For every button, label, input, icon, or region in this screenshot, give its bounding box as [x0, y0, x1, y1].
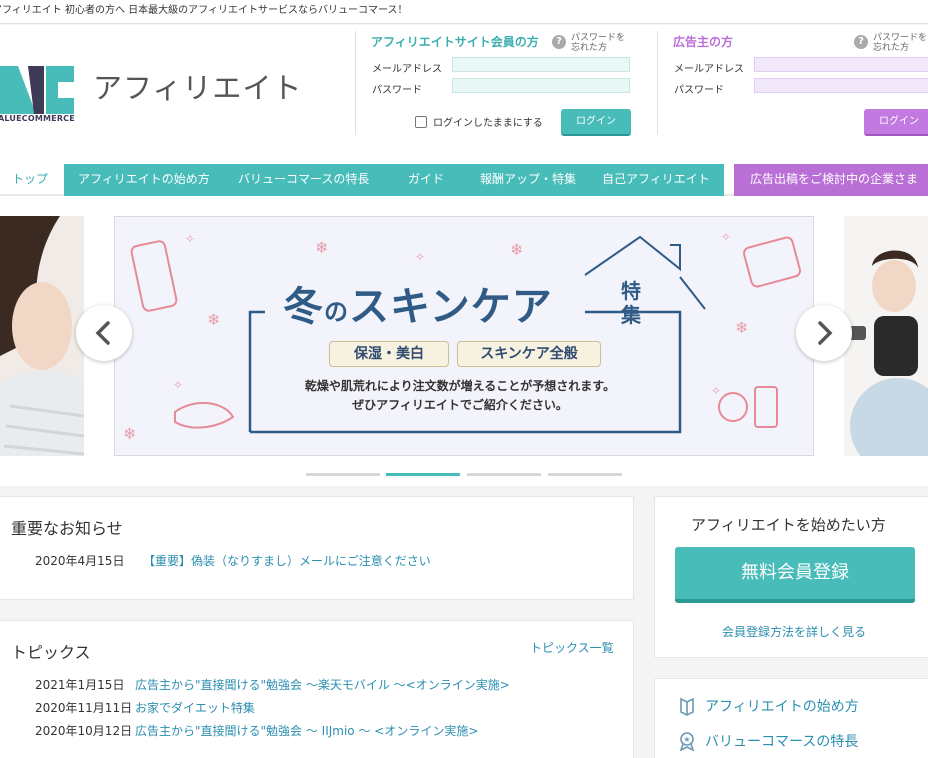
banner-subtitle-line1: 乾燥や肌荒れにより注文数が増えることが予想されます。: [304, 379, 616, 393]
banner-carousel: ❄ ❄ ❄ ❄ ❄ ✧ ✧ ✧ ✧ ✧ 冬のスキンケア 特集 保湿・美白 スキン…: [0, 196, 928, 486]
topic-date: 2020年10月12日: [35, 724, 133, 738]
topics-panel: トピックス トピックス一覧 2021年1月15日 広告主から"直接聞ける"勉強会…: [0, 620, 634, 758]
list-item: 2020年11月11日 お家でダイエット特集: [35, 699, 255, 716]
nav-item-guide[interactable]: ガイド: [408, 164, 444, 196]
advertiser-email-field[interactable]: [754, 57, 928, 72]
banner-subtitle: 乾燥や肌荒れにより注文数が増えることが予想されます。 ぜひアフィリエイトでご紹介…: [250, 377, 670, 415]
nav-item-getting-started[interactable]: アフィリエイトの始め方: [78, 164, 210, 196]
svg-text:❄: ❄: [735, 318, 748, 337]
banner-winter-skincare[interactable]: ❄ ❄ ❄ ❄ ❄ ✧ ✧ ✧ ✧ ✧ 冬のスキンケア 特集 保湿・美白 スキン…: [114, 216, 814, 456]
carousel-dot-3[interactable]: [467, 473, 541, 476]
banner-subtitle-line2: ぜひアフィリエイトでご紹介ください。: [352, 398, 568, 412]
affiliate-email-label: メールアドレス: [372, 64, 442, 75]
topic-link[interactable]: 広告主から"直接聞ける"勉強会 〜楽天モバイル 〜<オンライン実施>: [135, 676, 510, 693]
nav-item-top[interactable]: トップ: [12, 164, 48, 196]
topic-link[interactable]: お家でダイエット特集: [135, 699, 255, 716]
remember-checkbox[interactable]: [415, 115, 427, 128]
nav-item-self-affiliate[interactable]: 自己アフィリエイト: [602, 164, 710, 196]
carousel-dot-2[interactable]: [386, 473, 460, 476]
side-menu-panel: アフィリエイトの始め方 ★ バリューコマースの特長: [654, 678, 928, 758]
svg-text:✧: ✧: [711, 384, 721, 398]
help-icon[interactable]: ?: [854, 35, 868, 49]
advertiser-login-button[interactable]: ログイン: [864, 109, 928, 136]
topic-date: 2021年1月15日: [35, 678, 125, 692]
top-strip-text: アフィリエイト 初心者の方へ 日本最大級のアフィリエイトサービスならバリューコマ…: [0, 5, 408, 16]
advertiser-login-heading: 広告主の方: [673, 35, 734, 49]
nav-advertiser[interactable]: 広告出稿をご検討中の企業さま: [734, 164, 928, 196]
svg-text:★: ★: [683, 735, 690, 744]
affiliate-password-label: パスワード: [372, 85, 422, 96]
signup-heading: アフィリエイトを始めたい方: [691, 516, 886, 534]
signup-panel: アフィリエイトを始めたい方 無料会員登録 会員登録方法を詳しく見る: [654, 496, 928, 658]
book-icon: [680, 697, 694, 716]
svg-text:✧: ✧: [415, 250, 425, 264]
carousel-prev-button[interactable]: [76, 305, 132, 361]
signup-details-link[interactable]: 会員登録方法を詳しく見る: [722, 623, 866, 640]
topic-link[interactable]: 広告主から"直接聞ける"勉強会 〜 IIJmio 〜 <オンライン実施>: [135, 722, 478, 739]
advertiser-login-panel: 広告主の方 ? パスワードを 忘れた方 メールアドレス パスワード ログイン: [657, 31, 928, 136]
svg-text:❄: ❄: [510, 240, 523, 259]
affiliate-forgot-password-link[interactable]: パスワードを 忘れた方: [571, 33, 625, 53]
remember-label: ログインしたままにする: [433, 118, 543, 129]
svg-text:✧: ✧: [173, 378, 183, 392]
affiliate-login-panel: アフィリエイトサイト会員の方 ? パスワードを 忘れた方 メールアドレス パスワ…: [355, 31, 645, 136]
svg-text:✧: ✧: [721, 230, 731, 244]
notice-link[interactable]: 【重要】偽装（なりすまし）メールにご注意ください: [143, 552, 431, 569]
affiliate-login-button[interactable]: ログイン: [561, 109, 631, 136]
list-item: 2021年1月15日 広告主から"直接聞ける"勉強会 〜楽天モバイル 〜<オンラ…: [35, 676, 510, 693]
banner-title-part1: 冬: [283, 283, 324, 330]
advertiser-forgot-password-link[interactable]: パスワードを 忘れた方: [873, 33, 927, 53]
affiliate-login-heading: アフィリエイトサイト会員の方: [371, 35, 539, 49]
nav-item-reward-up[interactable]: 報酬アップ・特集: [480, 164, 576, 196]
advertiser-password-label: パスワード: [674, 85, 724, 96]
affiliate-password-field[interactable]: [452, 78, 630, 93]
carousel-next-button[interactable]: [796, 305, 852, 361]
svg-text:❄: ❄: [123, 424, 136, 443]
side-menu-item-features[interactable]: ★ バリューコマースの特長: [677, 731, 858, 751]
nav-item-features[interactable]: バリューコマースの特長: [238, 164, 369, 196]
topics-list-link[interactable]: トピックス一覧: [530, 639, 614, 656]
important-notices-title: 重要なお知らせ: [11, 519, 123, 538]
advertiser-password-field[interactable]: [754, 78, 928, 93]
nav-main-bar: アフィリエイトの始め方 バリューコマースの特長 ガイド 報酬アップ・特集 自己ア…: [64, 164, 724, 196]
chevron-left-icon: [95, 321, 110, 345]
notice-date: 2020年4月15日: [35, 554, 125, 568]
list-item: 2020年4月15日 【重要】偽装（なりすまし）メールにご注意ください: [35, 552, 431, 569]
topic-date: 2020年11月11日: [35, 701, 133, 715]
svg-text:✧: ✧: [185, 232, 195, 246]
remember-login[interactable]: ログインしたままにする: [415, 114, 543, 129]
prev-slide-image[interactable]: [0, 216, 84, 456]
topics-title: トピックス: [11, 643, 91, 662]
award-icon: ★: [679, 732, 695, 751]
site-title: アフィリエイト: [93, 71, 303, 105]
list-item: 2020年10月12日 広告主から"直接聞ける"勉強会 〜 IIJmio 〜 <…: [35, 722, 478, 739]
header: ALUECOMMERCE アフィリエイト アフィリエイトサイト会員の方 ? パス…: [0, 25, 928, 164]
side-menu-item-getting-started[interactable]: アフィリエイトの始め方: [677, 696, 859, 716]
banner-pill-skincare: スキンケア全般: [457, 341, 601, 367]
banner-title-part3: スキンケア: [349, 283, 553, 330]
advertiser-email-label: メールアドレス: [674, 64, 744, 75]
affiliate-email-field[interactable]: [452, 57, 630, 72]
main-nav: トップ アフィリエイトの始め方 バリューコマースの特長 ガイド 報酬アップ・特集…: [0, 164, 928, 196]
carousel-dot-1[interactable]: [306, 473, 380, 476]
help-icon[interactable]: ?: [552, 35, 566, 49]
logo-wordmark: ALUECOMMERCE: [0, 114, 75, 123]
banner-side-label: 特集: [621, 279, 641, 327]
nav-advertiser-label: 広告出稿をご検討中の企業さま: [750, 172, 919, 186]
carousel-dot-4[interactable]: [548, 473, 622, 476]
side-menu-label: アフィリエイトの始め方: [705, 699, 859, 715]
next-slide-image[interactable]: [844, 216, 928, 456]
banner-title: 冬のスキンケア: [283, 274, 553, 332]
svg-text:❄: ❄: [207, 310, 220, 329]
banner-pill-moisture: 保湿・美白: [329, 341, 449, 367]
side-menu-label: バリューコマースの特長: [705, 734, 859, 750]
chevron-right-icon: [818, 321, 833, 345]
important-notices-panel: 重要なお知らせ 2020年4月15日 【重要】偽装（なりすまし）メールにご注意く…: [0, 496, 634, 600]
banner-title-part2: の: [324, 297, 349, 326]
svg-text:❄: ❄: [315, 238, 328, 257]
free-signup-button[interactable]: 無料会員登録: [675, 547, 915, 603]
top-strip: アフィリエイト 初心者の方へ 日本最大級のアフィリエイトサービスならバリューコマ…: [0, 0, 928, 24]
